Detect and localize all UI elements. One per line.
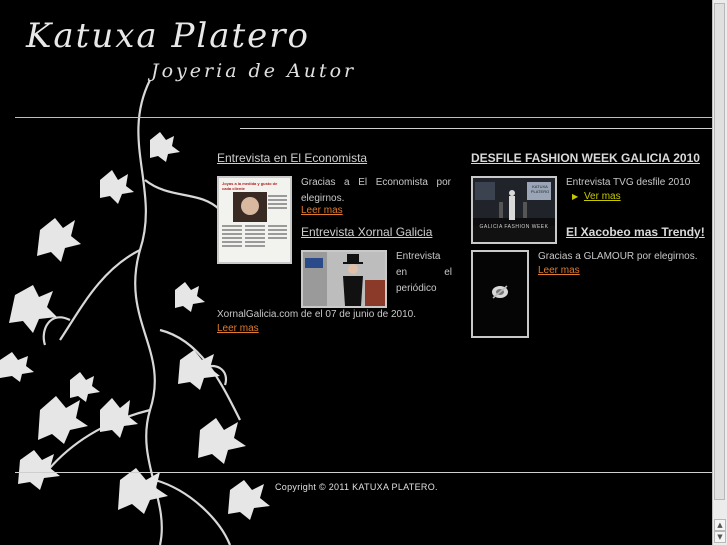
scroll-down-icon[interactable]: ▼ [714, 531, 726, 543]
economista-text: Gracias a El Economista por elegirnos. [301, 177, 451, 204]
arrow-right-icon: ▶ [572, 192, 579, 201]
footer-divider [15, 472, 712, 473]
xacobeo-read-more-link[interactable]: Leer mas [538, 265, 580, 276]
newspaper-headline: Joyas a la medida y gusto de cada client… [222, 181, 278, 191]
site-logo[interactable]: Katuxa Platero [26, 16, 310, 56]
model-photo-image [303, 252, 385, 306]
fashion-week-more-row: ▶ Ver mas [572, 191, 621, 202]
page: Katuxa Platero Joyeria de Autor Entrevis… [0, 0, 727, 545]
economista-newspaper-thumbnail[interactable]: Joyas a la medida y gusto de cada client… [217, 176, 292, 264]
news-text-xornal-a: Entrevista en el periódico [396, 249, 452, 297]
jewel-photo-image [473, 252, 527, 336]
footer-copyright: Copyright © 2011 KATUXA PLATERO. [275, 482, 438, 492]
fashion-week-photo-thumbnail[interactable]: KATUXA PLATERO GALICIA FASHION WEEK [471, 176, 557, 244]
news-text-xacobeo: Gracias a GLAMOUR por elegirnos. [538, 251, 698, 262]
scrollbar-thumb[interactable] [714, 3, 725, 500]
header-divider [15, 117, 712, 118]
xornal-text-a: Entrevista en el periódico [396, 251, 452, 294]
vertical-scrollbar[interactable]: ▲ ▼ [712, 0, 727, 545]
news-title-xacobeo[interactable]: El Xacobeo mas Trendy! [566, 225, 705, 239]
runway-banner: GALICIA FASHION WEEK [479, 224, 549, 230]
runway-sign: KATUXA PLATERO [530, 184, 550, 194]
fashion-week-see-more-link[interactable]: Ver mas [584, 191, 621, 202]
news-title-fashion-week[interactable]: DESFILE FASHION WEEK GALICIA 2010 [471, 151, 700, 165]
economista-read-more-link[interactable]: Leer mas [301, 205, 343, 216]
news-text-economista: Gracias a El Economista por elegirnos. [301, 175, 451, 207]
content-top-divider [240, 128, 713, 129]
news-text-fashion-week: Entrevista TVG desfile 2010 [566, 177, 691, 188]
site-tagline: Joyeria de Autor [151, 60, 357, 82]
news-title-xornal[interactable]: Entrevista Xornal Galicia [301, 225, 432, 239]
xornal-photo-thumbnail[interactable] [301, 250, 387, 308]
xacobeo-jewel-thumbnail[interactable] [471, 250, 529, 338]
news-text-xornal-b: XornalGalicia.com de el 07 de junio de 2… [217, 309, 417, 320]
news-title-economista[interactable]: Entrevista en El Economista [217, 151, 367, 165]
scroll-up-icon[interactable]: ▲ [714, 519, 726, 531]
xornal-read-more-link[interactable]: Leer mas [217, 323, 259, 334]
